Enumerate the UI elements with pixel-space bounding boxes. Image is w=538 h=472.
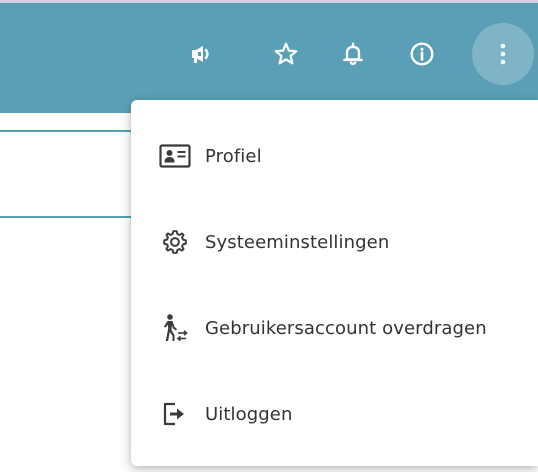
menu-item-label: Profiel bbox=[205, 145, 262, 167]
menu-item-label: Systeeminstellingen bbox=[205, 231, 390, 253]
more-vertical-icon[interactable] bbox=[472, 23, 534, 85]
panel-divider-top bbox=[0, 130, 150, 132]
panel-divider-bottom bbox=[0, 216, 150, 218]
menu-item-label: Gebruikersaccount overdragen bbox=[205, 317, 487, 339]
menu-item-label: Uitloggen bbox=[205, 403, 293, 425]
star-icon[interactable] bbox=[261, 29, 311, 79]
id-card-icon bbox=[155, 136, 195, 176]
menu-item-logout[interactable]: Uitloggen bbox=[131, 379, 538, 449]
top-app-bar bbox=[0, 3, 538, 113]
gear-icon bbox=[155, 222, 195, 262]
menu-item-transfer-account[interactable]: Gebruikersaccount overdragen bbox=[131, 293, 538, 363]
bell-icon[interactable] bbox=[328, 29, 378, 79]
user-dropdown-menu: Profiel Systeeminstellingen Gebruikersac… bbox=[131, 100, 538, 466]
menu-item-system-settings[interactable]: Systeeminstellingen bbox=[131, 207, 538, 277]
person-transfer-icon bbox=[155, 308, 195, 348]
info-icon[interactable] bbox=[397, 29, 447, 79]
logout-icon bbox=[155, 394, 195, 434]
megaphone-icon[interactable] bbox=[177, 29, 227, 79]
menu-item-profile[interactable]: Profiel bbox=[131, 121, 538, 191]
